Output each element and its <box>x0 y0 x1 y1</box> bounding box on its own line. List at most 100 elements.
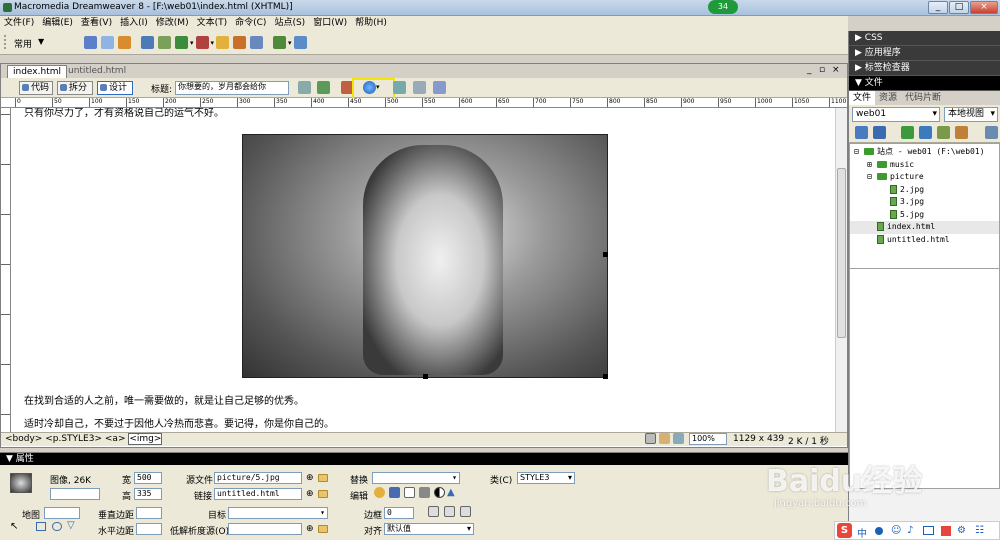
edit-image-icon[interactable] <box>374 487 385 498</box>
css-panel-header[interactable]: ▶ CSS <box>849 31 1000 46</box>
align-right-icon[interactable] <box>460 506 471 517</box>
pointer-hotspot-icon[interactable]: ↖ <box>10 521 18 532</box>
tree-folder-row[interactable]: ⊞ music <box>850 159 999 172</box>
check-in-icon[interactable] <box>955 126 968 139</box>
design-canvas[interactable]: 只有你尽力了，才有资格说自己的运气不好。 在找到合适的人之前，唯一需要做的，就是… <box>12 108 834 436</box>
refresh-design-icon[interactable] <box>393 81 406 94</box>
view-options-icon[interactable] <box>413 81 426 94</box>
class-select[interactable]: STYLE3 ▾ <box>517 472 575 484</box>
paragraph-1[interactable]: 只有你尽力了，才有资格说自己的运气不好。 <box>24 108 224 119</box>
scrollbar-thumb[interactable] <box>837 168 846 338</box>
vspace-input[interactable] <box>136 507 162 519</box>
check-out-icon[interactable] <box>937 126 950 139</box>
tag-chooser-icon[interactable] <box>293 36 307 49</box>
window-size[interactable]: 1129 x 439 <box>733 434 784 444</box>
brightness-contrast-icon[interactable] <box>434 487 445 498</box>
hspace-input[interactable] <box>136 523 162 535</box>
alt-select[interactable]: ▾ <box>372 472 460 484</box>
code-view-button[interactable]: 代码 <box>19 81 53 95</box>
tree-file-row[interactable]: 5.jpg <box>850 209 999 222</box>
sharpen-icon[interactable]: ▲ <box>447 487 455 498</box>
tree-file-row[interactable]: untitled.html <box>850 234 999 247</box>
tree-file-row[interactable]: 2.jpg <box>850 184 999 197</box>
chevron-down-icon[interactable]: ▼ <box>38 37 44 46</box>
files-panel-header[interactable]: ▼ 文件 <box>849 76 1000 91</box>
width-input[interactable]: 500 <box>134 472 162 484</box>
notification-badge[interactable]: 34 <box>708 0 738 14</box>
map-input[interactable] <box>44 507 80 519</box>
zoom-tool-icon[interactable] <box>673 433 684 444</box>
resample-icon[interactable] <box>419 487 430 498</box>
application-panel-header[interactable]: ▶ 应用程序 <box>849 46 1000 61</box>
split-view-button[interactable]: 拆分 <box>57 81 93 95</box>
punctuation-icon[interactable] <box>875 527 883 535</box>
microphone-icon[interactable]: ♪ <box>907 525 913 536</box>
align-center-icon[interactable] <box>444 506 455 517</box>
view-select[interactable]: 本地视图 ▾ <box>944 107 998 122</box>
image-name-input[interactable] <box>50 488 100 500</box>
put-files-icon[interactable] <box>919 126 932 139</box>
resize-handle-bottom[interactable] <box>423 374 428 379</box>
rect-hotspot-icon[interactable] <box>36 522 46 531</box>
close-button[interactable]: × <box>970 1 998 14</box>
browse-folder-icon[interactable] <box>318 490 328 498</box>
resize-handle-corner[interactable] <box>603 374 608 379</box>
lowsrc-input[interactable] <box>228 523 302 535</box>
settings-icon[interactable]: ⚙ <box>957 525 966 536</box>
browse-folder-icon[interactable] <box>318 525 328 533</box>
optimize-icon[interactable] <box>389 487 400 498</box>
crop-icon[interactable] <box>404 487 415 498</box>
src-input[interactable]: picture/5.jpg <box>214 472 302 484</box>
doc-close-button[interactable]: × <box>832 65 840 75</box>
menu-grid-icon[interactable]: ☷ <box>975 525 984 536</box>
point-to-file-icon[interactable]: ⊕ <box>306 489 314 499</box>
menu-modify[interactable]: 修改(M) <box>152 16 193 31</box>
chevron-down-icon[interactable]: ▾ <box>190 39 194 47</box>
site-select[interactable]: web01 ▾ <box>852 107 940 122</box>
ime-toolbar[interactable]: S 中 ☺ ♪ ⚙ ☷ <box>834 521 1000 540</box>
menu-text[interactable]: 文本(T) <box>193 16 232 31</box>
vertical-scrollbar[interactable] <box>835 108 847 436</box>
tree-expander-icon[interactable]: ⊞ <box>867 159 877 172</box>
circle-hotspot-icon[interactable] <box>52 522 62 531</box>
design-view-button[interactable]: 设计 <box>97 81 133 95</box>
layer-icon[interactable] <box>158 36 171 49</box>
keyboard-icon[interactable] <box>923 526 934 535</box>
tab-untitled-html[interactable]: untitled.html <box>63 65 131 78</box>
paragraph-3[interactable]: 适时冷却自己，不要过于因他人冷热而悲喜。要记得，你是你自己的。 <box>24 415 334 430</box>
tag-img[interactable]: <img> <box>128 433 163 445</box>
pointer-tool-icon[interactable] <box>645 433 656 444</box>
doc-title-input[interactable]: 你想要的，岁月都会给你 <box>175 81 289 95</box>
resize-handle-right[interactable] <box>603 252 608 257</box>
template-icon[interactable] <box>273 36 287 49</box>
point-to-file-icon[interactable]: ⊕ <box>306 473 314 483</box>
table-icon[interactable] <box>141 36 154 49</box>
maximize-button[interactable]: □ <box>949 1 969 14</box>
image-icon[interactable] <box>175 36 188 49</box>
align-left-icon[interactable] <box>428 506 439 517</box>
menu-commands[interactable]: 命令(C) <box>231 16 270 31</box>
tree-folder-row[interactable]: ⊟ 站点 - web01 (F:\web01) <box>850 146 999 159</box>
chevron-down-icon[interactable]: ▾ <box>376 83 380 91</box>
tab-index-html[interactable]: index.html <box>7 65 67 78</box>
refresh-icon[interactable] <box>873 126 886 139</box>
tag-a[interactable]: <a> <box>105 434 126 444</box>
tab-files[interactable]: 文件 <box>849 91 876 105</box>
emoji-icon[interactable]: ☺ <box>891 525 901 536</box>
doc-restore-button[interactable]: ▫ <box>819 65 825 75</box>
hyperlink-icon[interactable] <box>84 36 97 49</box>
named-anchor-icon[interactable] <box>118 36 131 49</box>
target-select[interactable]: ▾ <box>228 507 328 519</box>
paragraph-2[interactable]: 在找到合适的人之前，唯一需要做的，就是让自己足够的优秀。 <box>24 392 304 407</box>
minimize-button[interactable]: _ <box>928 1 948 14</box>
tag-inspector-panel-header[interactable]: ▶ 标签检查器 <box>849 61 1000 76</box>
menu-insert[interactable]: 插入(I) <box>116 16 152 31</box>
date-icon[interactable] <box>216 36 230 49</box>
link-input[interactable]: untitled.html <box>214 488 302 500</box>
visual-aids-icon[interactable] <box>433 81 446 94</box>
property-inspector-header[interactable]: ▼ 属性 <box>0 453 848 465</box>
email-link-icon[interactable] <box>101 36 114 49</box>
get-files-icon[interactable] <box>901 126 914 139</box>
tab-assets[interactable]: 资源 <box>875 91 901 105</box>
expand-panel-icon[interactable] <box>985 126 998 139</box>
